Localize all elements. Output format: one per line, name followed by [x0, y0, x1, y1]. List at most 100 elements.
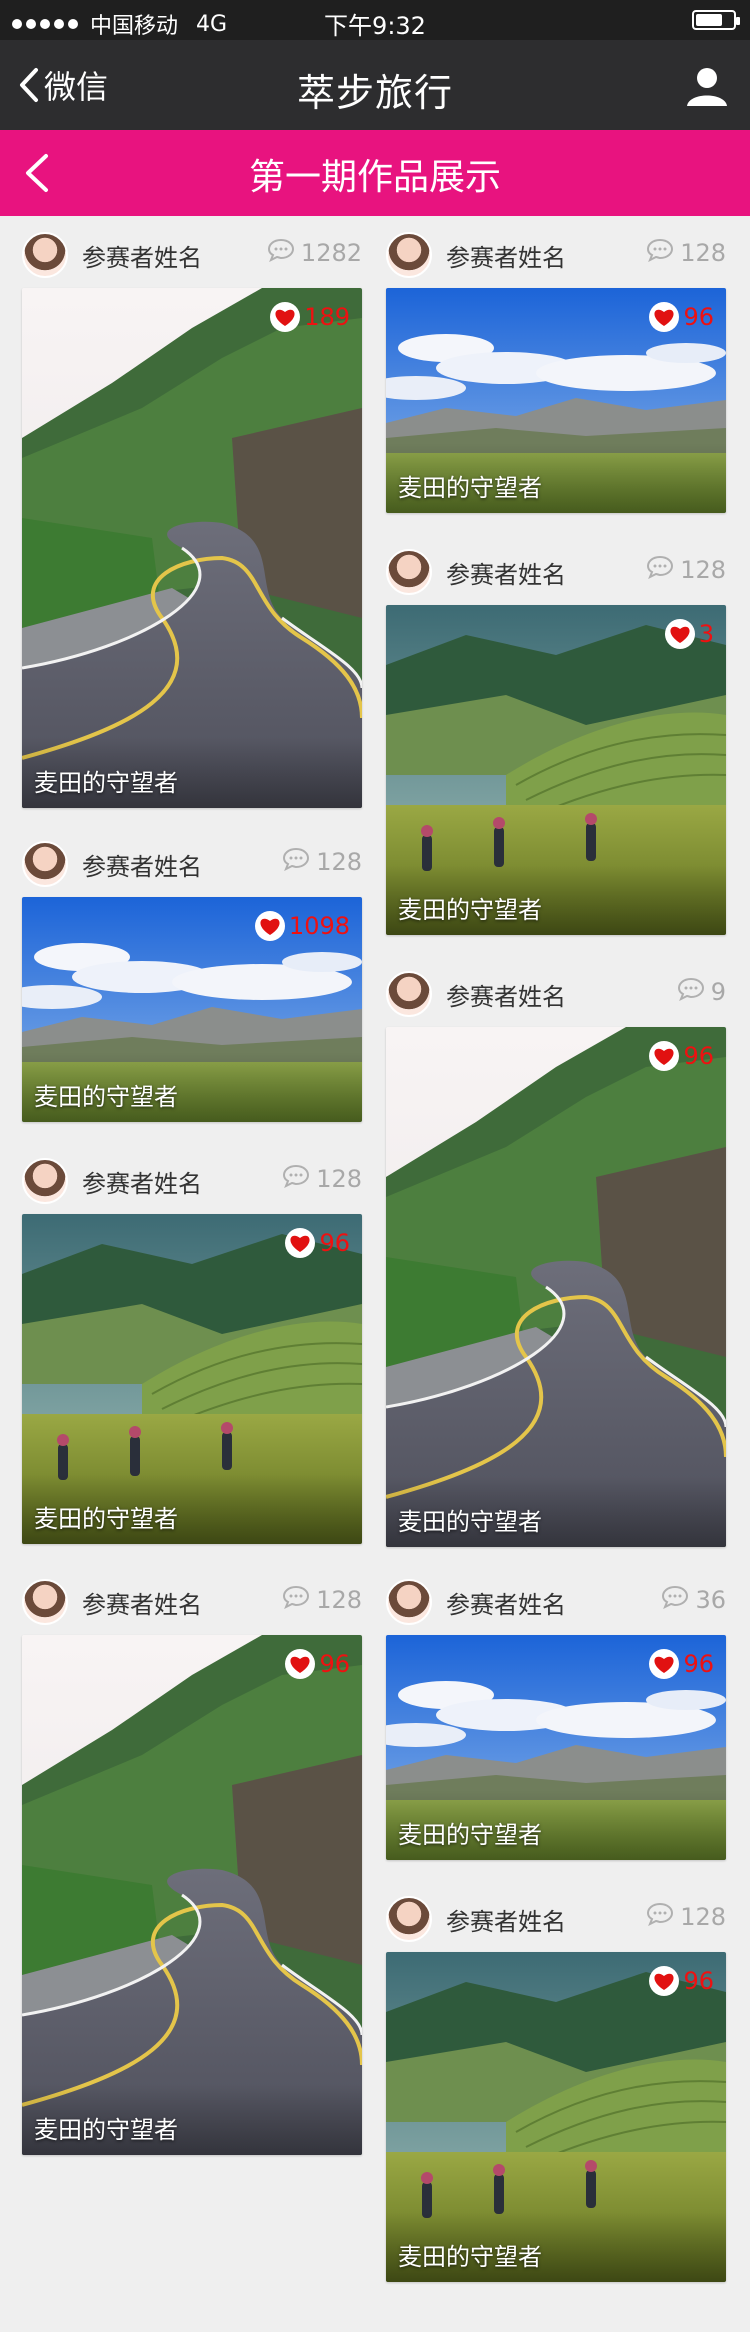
- like-count: 1098: [288, 912, 350, 940]
- author-name[interactable]: 参赛者姓名: [446, 977, 566, 1012]
- comment-count-value: 128: [316, 1586, 362, 1614]
- heart-icon: [664, 619, 695, 649]
- like-button[interactable]: 3: [664, 619, 714, 649]
- like-count: 96: [683, 1650, 714, 1678]
- status-time: 下午9:32: [324, 12, 426, 40]
- comment-count[interactable]: 128: [282, 847, 362, 877]
- like-count: 96: [683, 303, 714, 331]
- work-card: 参赛者姓名 128 96 麦田的守望者: [386, 224, 726, 513]
- comment-icon: [282, 1164, 310, 1194]
- heart-icon: [649, 1966, 680, 1996]
- like-button[interactable]: 1098: [254, 911, 350, 941]
- heart-icon: [649, 1041, 680, 1071]
- work-photo[interactable]: 96 麦田的守望者: [386, 288, 726, 513]
- avatar[interactable]: [22, 1579, 68, 1625]
- work-title: 麦田的守望者: [34, 1083, 178, 1111]
- like-count: 189: [304, 303, 350, 331]
- like-count: 3: [698, 620, 714, 648]
- like-count: 96: [683, 1967, 714, 1995]
- heart-icon: [649, 1649, 680, 1679]
- comment-count[interactable]: 9: [677, 977, 726, 1007]
- work-card: 参赛者姓名 128 1098 麦田的守望者: [22, 833, 362, 1122]
- user-profile-button[interactable]: [682, 62, 732, 112]
- author-name[interactable]: 参赛者姓名: [446, 1585, 566, 1620]
- avatar[interactable]: [22, 1158, 68, 1204]
- card-header: 参赛者姓名 9: [386, 963, 726, 1027]
- work-photo[interactable]: 1098 麦田的守望者: [22, 897, 362, 1122]
- work-photo[interactable]: 96 麦田的守望者: [386, 1027, 726, 1547]
- like-button[interactable]: 96: [285, 1228, 350, 1258]
- battery-icon: [692, 10, 740, 30]
- comment-count-value: 128: [680, 239, 726, 267]
- comment-count-value: 128: [680, 556, 726, 584]
- work-photo[interactable]: 96 麦田的守望者: [22, 1214, 362, 1544]
- app-title: 萃步旅行: [296, 71, 453, 115]
- work-title: 麦田的守望者: [398, 1508, 542, 1536]
- comment-icon: [677, 977, 705, 1007]
- comment-count[interactable]: 128: [646, 555, 726, 585]
- comment-icon: [646, 1902, 674, 1932]
- comment-count[interactable]: 1282: [267, 238, 362, 268]
- work-photo[interactable]: 96 麦田的守望者: [22, 1635, 362, 2155]
- work-title: 麦田的守望者: [34, 769, 178, 797]
- work-photo[interactable]: 189 麦田的守望者: [22, 288, 362, 808]
- comment-count-value: 128: [680, 1903, 726, 1931]
- card-header: 参赛者姓名 1282: [22, 224, 362, 288]
- comment-count[interactable]: 128: [646, 238, 726, 268]
- card-header: 参赛者姓名 128: [386, 224, 726, 288]
- comment-count-value: 128: [316, 848, 362, 876]
- author-name[interactable]: 参赛者姓名: [446, 1902, 566, 1937]
- like-count: 96: [683, 1042, 714, 1070]
- work-title: 麦田的守望者: [398, 1821, 542, 1849]
- avatar[interactable]: [22, 232, 68, 278]
- like-count: 96: [319, 1650, 350, 1678]
- avatar[interactable]: [386, 1896, 432, 1942]
- author-name[interactable]: 参赛者姓名: [82, 1164, 202, 1199]
- comment-count[interactable]: 128: [646, 1902, 726, 1932]
- work-photo[interactable]: 96 麦田的守望者: [386, 1635, 726, 1860]
- work-card: 参赛者姓名 128 3 麦田的守望者: [386, 541, 726, 935]
- comment-count[interactable]: 128: [282, 1164, 362, 1194]
- author-name[interactable]: 参赛者姓名: [82, 238, 202, 273]
- card-header: 参赛者姓名 36: [386, 1571, 726, 1635]
- author-name[interactable]: 参赛者姓名: [446, 238, 566, 273]
- comment-count-value: 128: [316, 1165, 362, 1193]
- avatar[interactable]: [386, 549, 432, 595]
- comment-count[interactable]: 36: [661, 1585, 726, 1615]
- heart-icon: [649, 302, 680, 332]
- card-header: 参赛者姓名 128: [22, 1150, 362, 1214]
- avatar[interactable]: [386, 971, 432, 1017]
- heart-icon: [254, 911, 285, 941]
- heart-icon: [285, 1649, 316, 1679]
- comment-icon: [282, 1585, 310, 1615]
- card-header: 参赛者姓名 128: [22, 1571, 362, 1635]
- work-photo[interactable]: 3 麦田的守望者: [386, 605, 726, 935]
- heart-icon: [285, 1228, 316, 1258]
- like-button[interactable]: 96: [649, 1649, 714, 1679]
- work-card: 参赛者姓名 128 96 麦田的守望者: [22, 1150, 362, 1544]
- work-photo[interactable]: 96 麦田的守望者: [386, 1952, 726, 2282]
- author-name[interactable]: 参赛者姓名: [82, 847, 202, 882]
- like-button[interactable]: 96: [649, 1966, 714, 1996]
- user-icon: [687, 68, 727, 106]
- like-button[interactable]: 189: [270, 302, 350, 332]
- comment-count-value: 9: [710, 978, 726, 1006]
- like-button[interactable]: 96: [649, 1041, 714, 1071]
- avatar[interactable]: [386, 232, 432, 278]
- work-card: 参赛者姓名 128 96 麦田的守望者: [386, 1888, 726, 2282]
- work-title: 麦田的守望者: [398, 474, 542, 502]
- comment-count[interactable]: 128: [282, 1585, 362, 1615]
- comment-count-value: 36: [695, 1586, 726, 1614]
- comment-count-value: 1282: [300, 239, 362, 267]
- like-count: 96: [319, 1229, 350, 1257]
- like-button[interactable]: 96: [649, 302, 714, 332]
- author-name[interactable]: 参赛者姓名: [82, 1585, 202, 1620]
- card-header: 参赛者姓名 128: [386, 1888, 726, 1952]
- comment-icon: [661, 1585, 689, 1615]
- work-title: 麦田的守望者: [34, 1505, 178, 1533]
- work-title: 麦田的守望者: [34, 2116, 178, 2144]
- avatar[interactable]: [22, 841, 68, 887]
- avatar[interactable]: [386, 1579, 432, 1625]
- like-button[interactable]: 96: [285, 1649, 350, 1679]
- author-name[interactable]: 参赛者姓名: [446, 555, 566, 590]
